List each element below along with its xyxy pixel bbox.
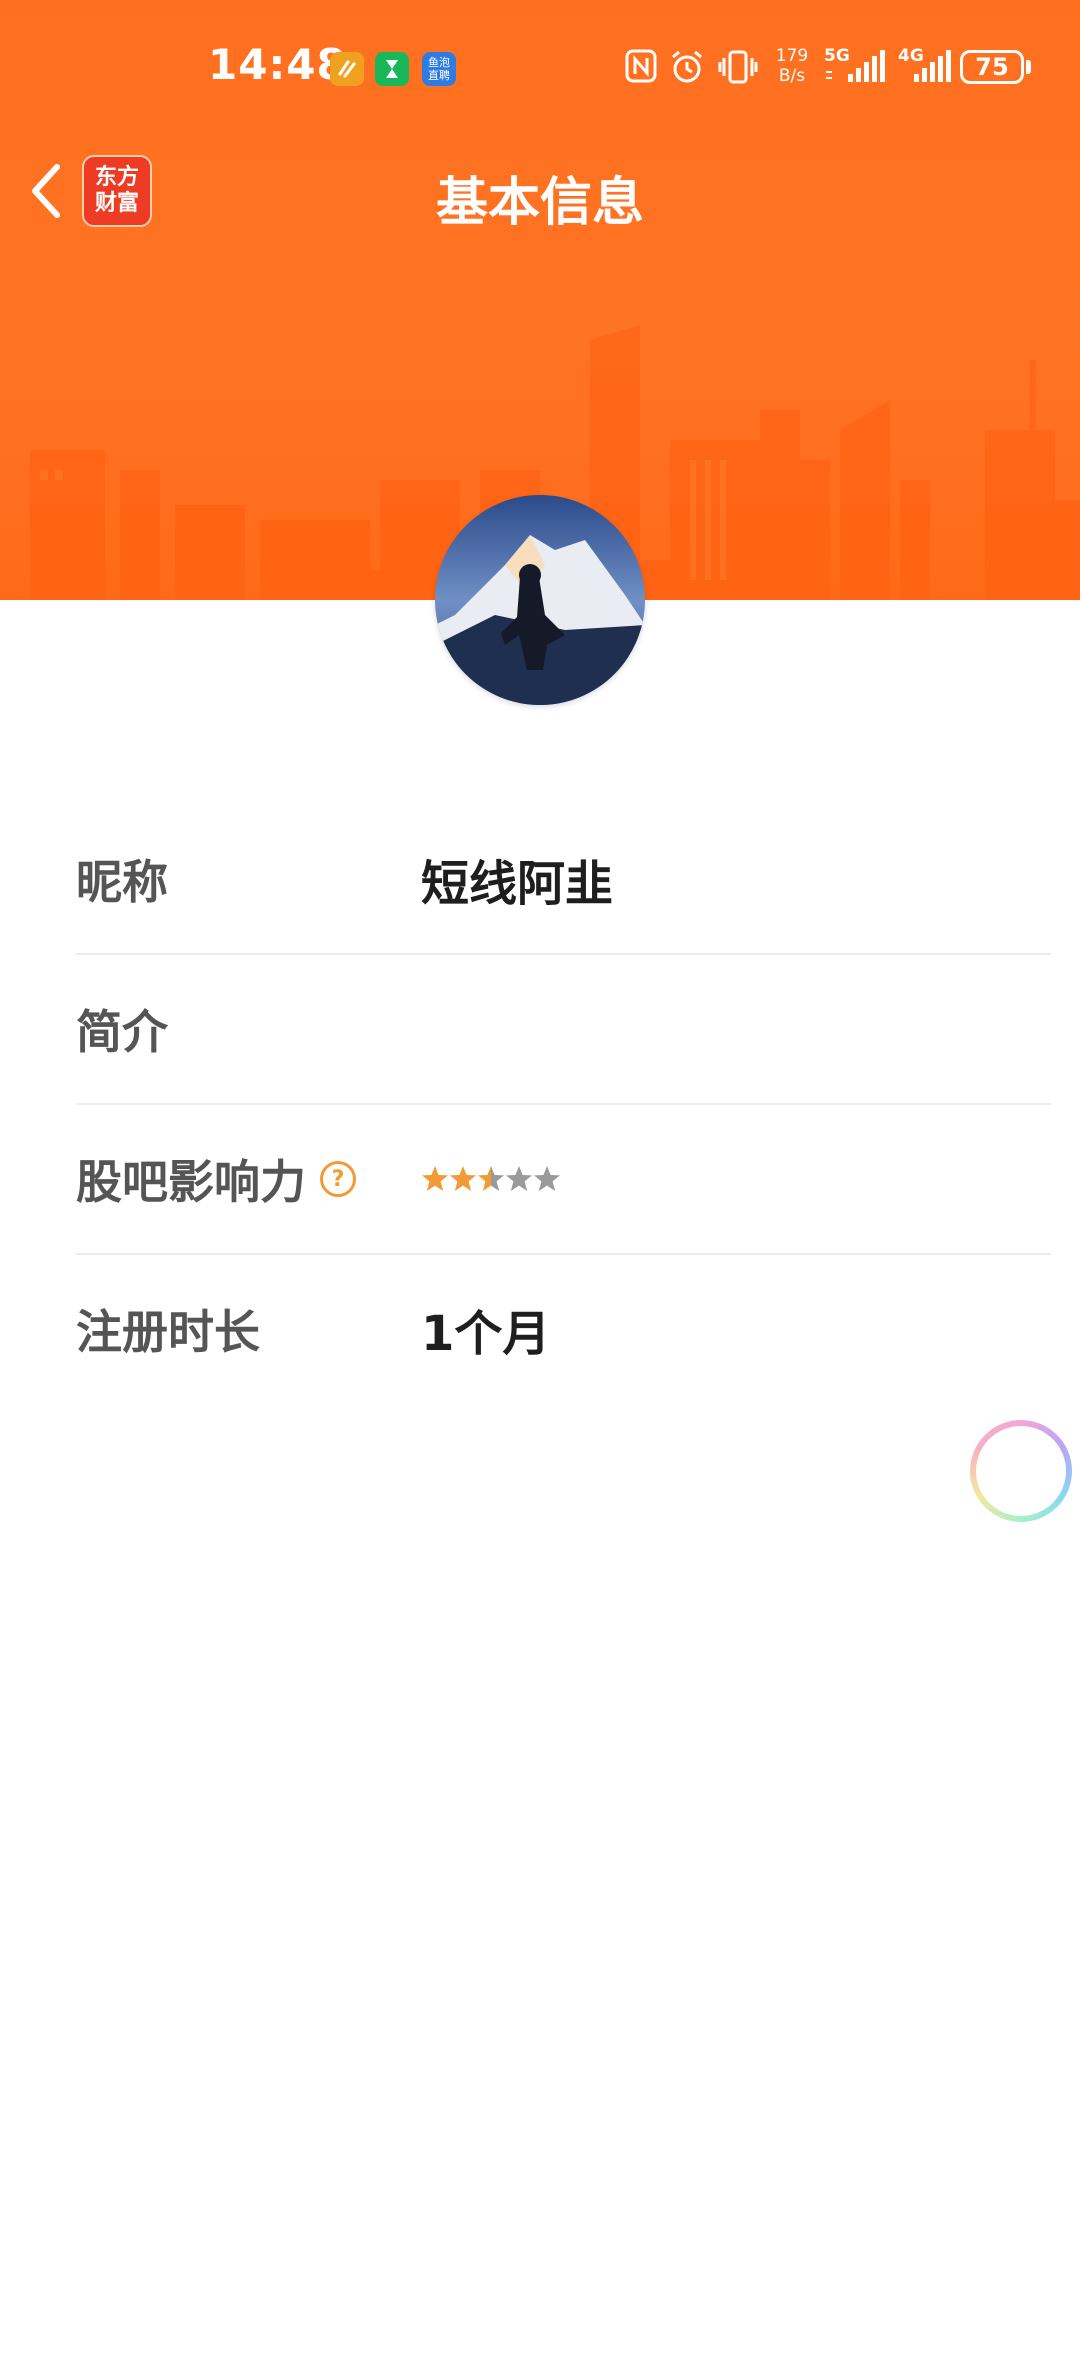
battery-tip [1026, 60, 1031, 74]
app-notification-icon [330, 52, 364, 86]
battery-icon: 75 [960, 50, 1024, 84]
star-icon [450, 1166, 476, 1191]
hourglass-icon [375, 52, 409, 86]
network-speed-value: 179 [775, 46, 809, 66]
vibrate-icon [718, 50, 758, 84]
info-row-registration: 注册时长 1个月 [76, 1255, 1051, 1405]
status-time: 14:48 [208, 40, 347, 89]
alarm-icon [672, 50, 702, 83]
battery-level: 75 [975, 53, 1009, 81]
avatar-image [435, 495, 645, 705]
logo-text-line2: 财富 [94, 191, 139, 216]
network-speed-unit: B/s [778, 66, 806, 86]
registration-label: 注册时长 [76, 1305, 260, 1359]
bio-label: 简介 [76, 1005, 168, 1059]
network-speed: 179 B/s [770, 46, 814, 86]
influence-rating-stars [421, 1105, 561, 1253]
info-row-bio[interactable]: 简介 [76, 955, 1051, 1105]
page-title: 基本信息 [435, 173, 644, 233]
help-icon[interactable]: ? [320, 1161, 356, 1197]
nickname-value: 短线阿韭 [421, 856, 614, 912]
chevron-left-icon [32, 164, 60, 218]
influence-label: 股吧影响力 [76, 1155, 306, 1209]
back-button[interactable] [20, 158, 70, 224]
screen: 14:48 鱼泡 直聘 179 B/s 5G 4G 75 东方 财富 基本信息 … [0, 0, 1080, 2376]
floating-assistant-inner [976, 1426, 1066, 1516]
star-icon [478, 1166, 504, 1191]
eastmoney-logo[interactable]: 东方 财富 [82, 155, 152, 227]
info-row-nickname[interactable]: 昵称 短线阿韭 [76, 805, 1051, 955]
avatar[interactable] [435, 495, 645, 705]
nickname-label: 昵称 [76, 855, 168, 909]
star-icon [506, 1166, 532, 1191]
yupao-app-icon: 鱼泡 直聘 [422, 52, 456, 86]
floating-assistant-button[interactable] [970, 1420, 1072, 1522]
registration-value: 1个月 [421, 1306, 551, 1362]
info-row-influence: 股吧影响力 ? [76, 1105, 1051, 1255]
star-icon [534, 1166, 560, 1191]
signal-4g-icon: 4G [898, 46, 954, 86]
nfc-icon [625, 49, 657, 83]
status-bar: 14:48 鱼泡 直聘 179 B/s 5G 4G 75 [0, 0, 1080, 140]
influence-label-wrap: 股吧影响力 ? [76, 1105, 356, 1253]
signal-5g-icon: 5G [824, 46, 888, 86]
star-icon [422, 1166, 448, 1191]
help-icon-glyph: ? [331, 1166, 345, 1192]
logo-text-line1: 东方 [94, 165, 139, 190]
